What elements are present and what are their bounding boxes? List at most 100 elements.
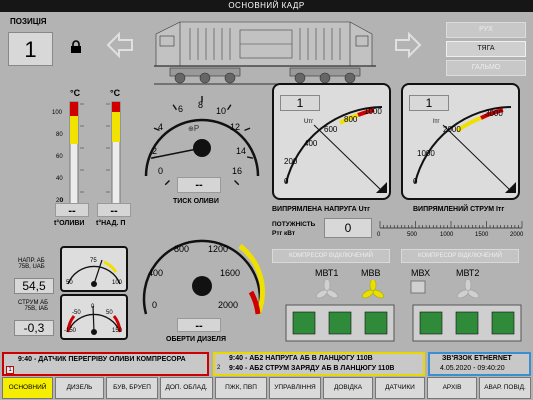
oil-pressure-unit-label: ⊕P <box>188 124 200 133</box>
temp-tick: 100 <box>52 110 63 116</box>
nav-pzhk[interactable]: ПЖК, ПВП <box>215 377 267 399</box>
air-temp-value: -- <box>97 203 131 217</box>
current-tick: 0 <box>413 177 418 186</box>
oil-tick: 0 <box>158 166 164 176</box>
voltage-tick: 0 <box>284 177 289 186</box>
alarm-yellow-index: 2 <box>217 365 221 371</box>
nav-extra-equipment[interactable]: ДОП. ОБЛАД. <box>160 377 213 399</box>
bc-tick: -50 <box>72 310 81 316</box>
alarm-red-panel[interactable]: 9:40 - ДАТЧИК ПЕРЕГРІВУ ОЛИВИ КОМПРЕСОРА… <box>2 352 209 376</box>
alarm-blue-time: 09:40:20 <box>477 365 505 372</box>
alarm-red-text: 9:40 - ДАТЧИК ПЕРЕГРІВУ ОЛИВИ КОМПРЕСОРА <box>18 356 186 363</box>
rpm-tick: 2000 <box>218 300 239 310</box>
nav-control[interactable]: УПРАВЛІННЯ <box>269 377 321 399</box>
temp-bar-gauges <box>69 101 121 207</box>
lock-icon <box>71 40 81 53</box>
rectified-voltage-label: ВИПРЯМЛЕНА НАПРУГА Uтг <box>272 206 371 213</box>
mode-run-button[interactable]: РУХ <box>446 22 526 38</box>
voltage-tick: 200 <box>284 157 298 166</box>
battery-current-gauge: -150 -50 0 50 150 <box>60 294 128 340</box>
oil-pressure-value: -- <box>177 177 221 193</box>
main-frame: ОСНОВНИЙ КАДР ПОЗИЦІЯ 1 РУХ ТЯГА ГАЛЬМО … <box>0 0 533 400</box>
alarm-yellow-code-2: АБ2 <box>249 365 264 372</box>
diesel-rpm-label: ОБЕРТИ ДИЗЕЛЯ <box>166 336 226 343</box>
oil-pressure-label: ТИСК ОЛИВИ <box>173 198 219 205</box>
bc-tick: 150 <box>112 328 123 334</box>
nav-diesel[interactable]: ДИЗЕЛЬ <box>55 377 104 399</box>
rpm-tick: 0 <box>152 300 158 310</box>
power-scale <box>379 221 523 229</box>
nav-alarm-messages[interactable]: АВАР. ПОВІД. <box>479 377 531 399</box>
oil-tick: 14 <box>236 146 247 156</box>
alarm-blue-datetime: 4.05.2020 - 09:40:20 <box>440 365 505 372</box>
alarm-yellow-message-1: НАПРУГА АБ В ЛАНЦЮГУ 110В <box>265 355 373 362</box>
voltage-tick: 600 <box>324 125 338 134</box>
rpm-tick: 800 <box>174 244 190 254</box>
voltage-tick: 1000 <box>364 107 382 116</box>
fan-mvv-icon <box>362 280 384 299</box>
power-tick: 1500 <box>475 232 489 238</box>
power-tick: 1000 <box>440 232 454 238</box>
temp-tick: 40 <box>56 176 63 182</box>
alarm-yellow-panel[interactable]: 9:40 - АБ2 НАПРУГА АБ В ЛАНЦЮГУ 110В 9:4… <box>213 352 425 376</box>
mode-brake-button[interactable]: ГАЛЬМО <box>446 60 526 76</box>
oil-tick: 6 <box>178 104 184 114</box>
rpm-labels: 0 400 800 1200 1600 2000 <box>132 220 272 330</box>
fan-mvkh-label: МВХ <box>411 268 431 278</box>
locomotive-icon <box>154 21 376 85</box>
fan-mvt2-label: МВТ2 <box>456 268 480 278</box>
oil-pressure-unit: P <box>193 124 200 133</box>
alarm-red-message: ДАТЧИК ПЕРЕГРІВУ ОЛИВИ КОМПРЕСОРА <box>38 356 186 363</box>
current-tick: 2000 <box>443 125 461 134</box>
bv-tick: 50 <box>66 280 73 286</box>
alarm-red-time: 9:40 <box>18 356 33 363</box>
power-tick: 2000 <box>510 232 524 238</box>
arrow-right-icon[interactable] <box>393 30 423 60</box>
rpm-tick: 1200 <box>208 244 229 254</box>
oil-tick: 12 <box>230 122 241 132</box>
oil-pressure-labels: 0 2 4 6 8 10 12 14 16 ⊕P <box>132 86 272 186</box>
nav-help[interactable]: ДОВІДКА <box>323 377 373 399</box>
contactor-left-block <box>285 304 395 342</box>
mode-traction-button[interactable]: ТЯГА <box>446 41 526 57</box>
compressor-right-button[interactable]: КОМПРЕСОР ВІДКЛЮЧЕНИЙ <box>401 249 519 263</box>
rectified-voltage-panel: 1 Uтг 0 200 400 600 800 1000 <box>272 83 391 200</box>
voltage-tick: 800 <box>344 115 358 124</box>
position-label: ПОЗИЦІЯ <box>10 17 47 26</box>
power-value: 0 <box>324 218 372 238</box>
power-tick: 500 <box>407 232 418 238</box>
alarm-yellow-time-1: 9:40 <box>229 355 244 362</box>
oil-temp-label: t°ОЛИВИ <box>54 220 85 227</box>
oil-temp-unit: °C <box>70 88 81 98</box>
oil-tick: 2 <box>152 146 158 156</box>
bc-tick: -150 <box>64 328 77 334</box>
oil-tick: 16 <box>232 166 243 176</box>
battery-voltage-gauge: 50 75 100 <box>60 246 128 292</box>
current-tick: 1000 <box>417 149 435 158</box>
nav-archive[interactable]: АРХІВ <box>427 377 477 399</box>
compressor-left-button[interactable]: КОМПРЕСОР ВІДКЛЮЧЕНИЙ <box>272 249 390 263</box>
fan-mvkh-icon <box>410 280 426 294</box>
rectified-current-panel: 1 Iтг 0 1000 2000 3000 <box>401 83 520 200</box>
nav-sensors[interactable]: ДАТЧИКИ <box>375 377 425 399</box>
bc-tick: 50 <box>106 310 113 316</box>
power-unit: Ртг кВт <box>272 230 296 237</box>
battery-current-label: СТРУМ АБ 75В, IАБ <box>18 300 49 312</box>
fan-mvt2-icon <box>457 280 479 299</box>
arrow-left-icon[interactable] <box>105 30 135 60</box>
oil-tick: 10 <box>216 106 227 116</box>
power-label: ПОТУЖНІСТЬ <box>272 221 316 228</box>
window-title: ОСНОВНИЙ КАДР <box>0 0 533 12</box>
alarm-blue-panel[interactable]: ЗВ'ЯЗОК ETHERNET 4.05.2020 - 09:40:20 <box>428 352 531 376</box>
fan-mvt1-icon <box>316 280 338 299</box>
alarm-yellow-time-2: 9:40 <box>229 365 244 372</box>
temp-tick: 80 <box>56 132 63 138</box>
nav-buv[interactable]: БУВ, БРУЕП <box>106 377 158 399</box>
alarm-red-count: 1 <box>6 366 14 374</box>
oil-tick: 8 <box>198 100 204 110</box>
alarm-blue-text: ЗВ'ЯЗОК ETHERNET <box>442 355 512 362</box>
nav-main[interactable]: ОСНОВНИЙ <box>2 377 53 399</box>
voltage-tick: 400 <box>304 139 318 148</box>
alarm-blue-date: 4.05.2020 <box>440 365 472 372</box>
rpm-tick: 1600 <box>220 268 241 278</box>
